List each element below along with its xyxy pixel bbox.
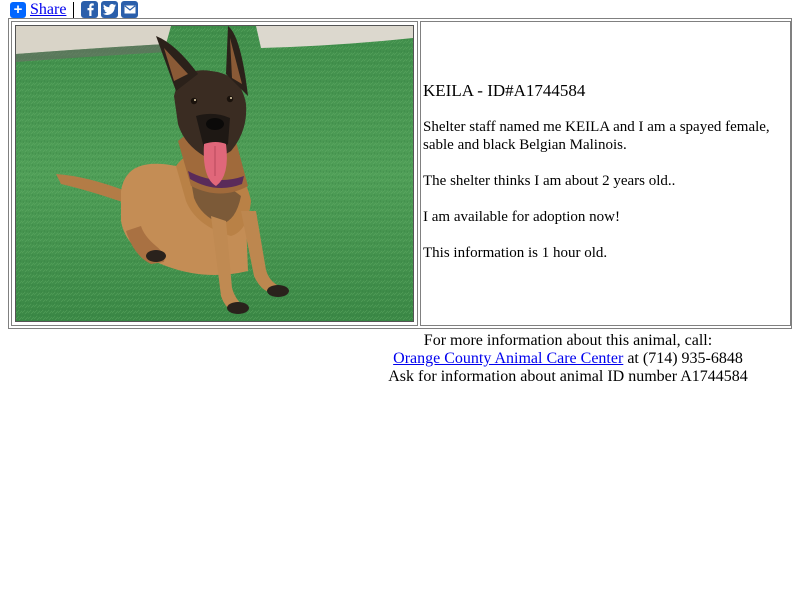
contact-line: Orange County Animal Care Center at (714… [340, 350, 796, 368]
email-icon[interactable] [121, 1, 139, 18]
plus-icon[interactable]: + [10, 1, 26, 18]
animal-description: Shelter staff named me KEILA and I am a … [423, 119, 770, 153]
divider [73, 1, 75, 18]
contact-ask: Ask for information about animal ID numb… [388, 368, 748, 385]
animal-availability: I am available for adoption now! [423, 209, 621, 225]
animal-info: KEILA - ID#A1744584 Shelter staff named … [423, 82, 787, 280]
animal-photo[interactable] [15, 25, 414, 322]
share-bar: + Share [10, 1, 139, 18]
animal-age: The shelter thinks I am about 2 years ol… [423, 173, 676, 189]
social-buttons [81, 1, 139, 18]
contact-block: For more information about this animal, … [340, 332, 796, 386]
animal-table: KEILA - ID#A1744584 Shelter staff named … [8, 18, 792, 329]
shelter-link[interactable]: Orange County Animal Care Center [393, 350, 623, 367]
info-cell: KEILA - ID#A1744584 Shelter staff named … [420, 21, 791, 326]
shelter-phone: at (714) 935-6848 [623, 350, 743, 367]
facebook-icon[interactable] [81, 1, 99, 18]
photo-cell [11, 21, 418, 326]
share-link[interactable]: Share [30, 1, 66, 18]
animal-heading: KEILA - ID#A1744584 [423, 81, 586, 100]
info-freshness: This information is 1 hour old. [423, 245, 608, 261]
twitter-icon[interactable] [101, 1, 119, 18]
contact-intro: For more information about this animal, … [423, 332, 713, 349]
